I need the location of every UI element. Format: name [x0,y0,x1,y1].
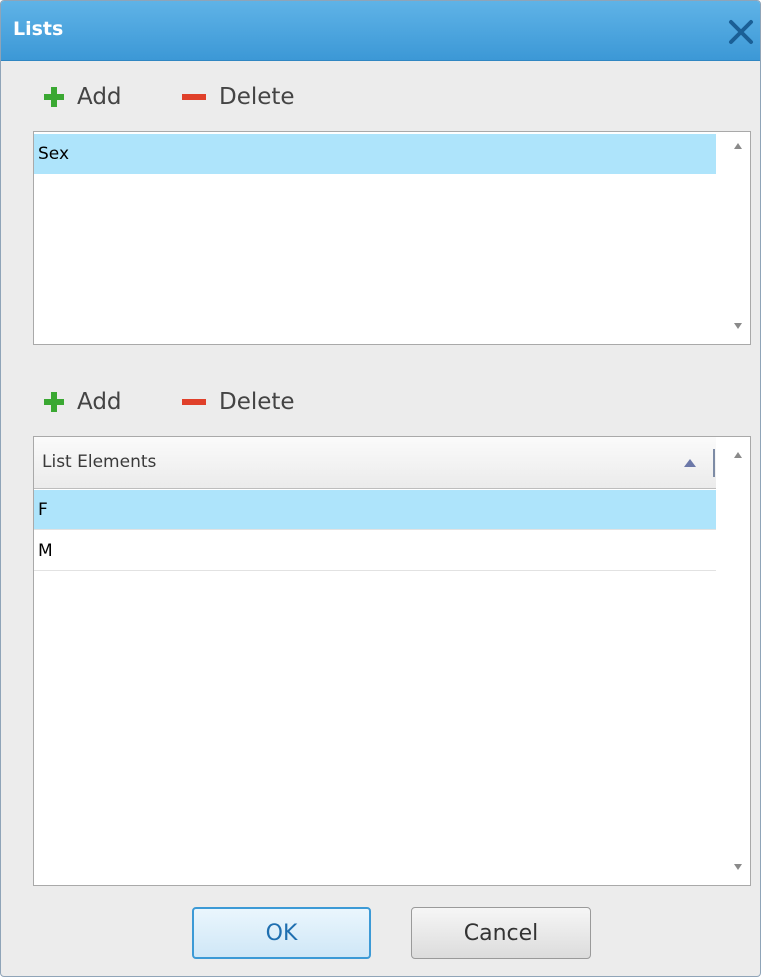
elements-scrollbar[interactable] [726,437,750,885]
minus-icon [182,399,206,405]
list-item[interactable]: Sex [34,134,716,174]
sort-ascending-icon [684,459,696,467]
cancel-button[interactable]: Cancel [411,907,591,959]
elements-add-label: Add [77,389,122,415]
ok-button[interactable]: OK [192,907,371,959]
elements-delete-label: Delete [219,389,295,415]
close-icon [729,20,753,44]
elements-add-button[interactable]: Add [43,384,122,420]
table-row[interactable]: M [34,531,716,571]
lists-scrollbar[interactable] [726,132,750,344]
lists-add-label: Add [77,84,122,110]
minus-icon [182,94,206,100]
elements-grid: List Elements F M [33,436,751,886]
table-cell: M [38,541,53,561]
plus-icon [44,87,64,107]
scroll-up-icon[interactable] [733,142,743,150]
column-header-label: List Elements [42,452,157,472]
lists-delete-button[interactable]: Delete [181,79,295,115]
list-item-label: Sex [38,144,70,164]
lists-listbox[interactable]: Sex [33,131,751,345]
close-button[interactable] [724,15,758,49]
table-row[interactable]: F [34,490,716,530]
table-cell: F [38,500,48,520]
column-header-list-elements[interactable]: List Elements [34,437,716,489]
scroll-down-icon[interactable] [733,863,743,871]
lists-delete-label: Delete [219,84,295,110]
scroll-down-icon[interactable] [733,322,743,330]
lists-add-button[interactable]: Add [43,79,122,115]
title-bar: Lists [1,1,760,61]
elements-delete-button[interactable]: Delete [181,384,295,420]
plus-icon [44,392,64,412]
window-title: Lists [13,18,64,40]
lists-dialog: Lists Add Delete Sex Add Delete List Ele… [0,0,761,977]
scroll-up-icon[interactable] [733,451,743,459]
column-separator[interactable] [713,449,715,477]
